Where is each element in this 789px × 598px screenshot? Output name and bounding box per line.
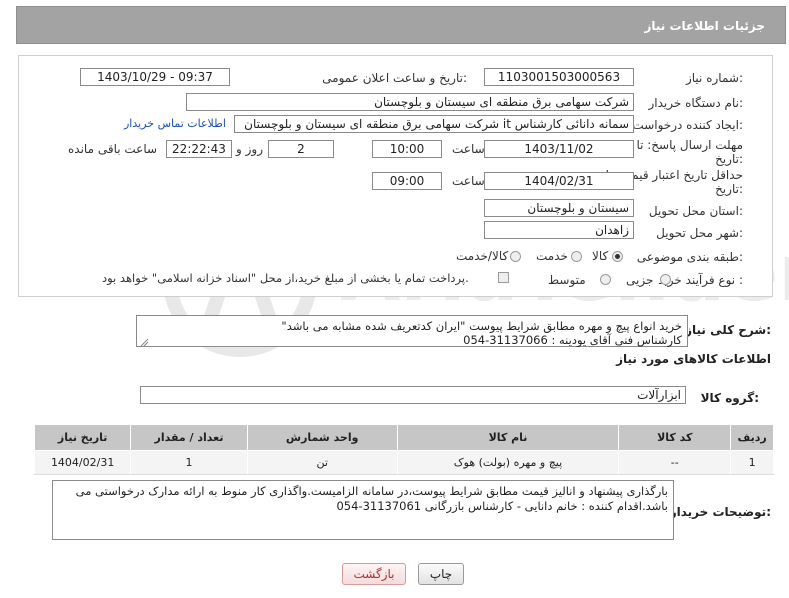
need-number-label: شماره نیاز: bbox=[685, 71, 743, 85]
description-line-2: کارشناس فنی آقای یودینه : 31137066-054 bbox=[463, 333, 682, 347]
process-minor-label: جزیی bbox=[626, 273, 654, 287]
goods-group-label: گروه کالا: bbox=[700, 391, 759, 405]
buyer-notes-line-1: بارگذاری پیشنهاد و انالیز قیمت مطابق شرا… bbox=[75, 484, 668, 498]
need-number-field: 1103001503000563 bbox=[484, 68, 634, 86]
buyer-notes-textarea[interactable]: بارگذاری پیشنهاد و انالیز قیمت مطابق شرا… bbox=[52, 480, 674, 540]
deadline-date-field: 1403/11/02 bbox=[484, 140, 634, 158]
remaining-time-field: 22:22:43 bbox=[166, 140, 232, 158]
cell-code: -- bbox=[618, 450, 732, 475]
validity-date-field: 1404/02/31 bbox=[484, 172, 634, 190]
city-label: شهر محل تحویل: bbox=[656, 226, 743, 240]
creator-label: ایجاد کننده درخواست: bbox=[632, 118, 743, 132]
goods-group-field: ابزارآلات bbox=[140, 386, 686, 404]
description-label: شرح کلی نیاز: bbox=[685, 323, 771, 337]
buyer-notes-label: توضیحات خریدار: bbox=[669, 505, 771, 519]
category-service-radio[interactable] bbox=[571, 251, 582, 262]
buyer-notes-line-2: باشد.اقدام کننده : خانم دانایی - کارشناس… bbox=[336, 499, 668, 513]
announce-date-label: تاریخ و ساعت اعلان عمومی: bbox=[322, 71, 467, 85]
items-table: ردیف کد کالا نام کالا واحد شمارش تعداد /… bbox=[33, 424, 774, 475]
cell-need-date: 1404/02/31 bbox=[33, 450, 132, 475]
print-button[interactable]: چاپ bbox=[418, 563, 464, 585]
page-title: جزئیات اطلاعات نیاز bbox=[644, 19, 765, 33]
description-textarea[interactable]: خرید انواع پیچ و مهره مطابق شرایط پیوست … bbox=[136, 315, 688, 347]
cell-unit: تن bbox=[246, 450, 398, 475]
buyer-contact-link[interactable]: اطلاعات تماس خریدار bbox=[124, 117, 226, 130]
description-line-1: خرید انواع پیچ و مهره مطابق شرایط پیوست … bbox=[281, 319, 682, 333]
remaining-label: ساعت باقی مانده bbox=[68, 142, 158, 156]
col-header-quantity: تعداد / مقدار bbox=[130, 424, 248, 451]
validity-time-label: ساعت bbox=[452, 174, 485, 188]
col-header-need-date: تاریخ نیاز bbox=[33, 424, 132, 451]
cell-row-number: 1 bbox=[730, 450, 774, 475]
remaining-days-field: 2 bbox=[268, 140, 334, 158]
validity-label-date: تاریخ: bbox=[715, 182, 743, 196]
process-medium-radio[interactable] bbox=[600, 274, 611, 285]
announce-date-field: 1403/10/29 - 09:37 bbox=[80, 68, 230, 86]
process-medium-label: متوسط bbox=[548, 273, 586, 287]
creator-field: سمانه دانائی کارشناس it شرکت سهامی برق م… bbox=[234, 115, 634, 133]
treasury-payment-note: پرداخت تمام یا بخشی از مبلغ خرید،از محل … bbox=[102, 271, 469, 285]
cell-quantity: 1 bbox=[130, 450, 248, 475]
province-field: سیستان و بلوچستان bbox=[484, 199, 634, 217]
category-service-label: خدمت bbox=[536, 249, 568, 263]
process-minor-radio[interactable] bbox=[660, 274, 671, 285]
deadline-label: مهلت ارسال پاسخ: تا bbox=[636, 138, 743, 152]
category-goods-radio[interactable] bbox=[612, 251, 623, 262]
col-header-name: نام کالا bbox=[396, 424, 620, 451]
treasury-payment-checkbox[interactable] bbox=[498, 272, 509, 283]
cell-name: پیچ و مهره (بولت) هوک bbox=[396, 450, 620, 475]
page-header: جزئیات اطلاعات نیاز bbox=[16, 6, 786, 44]
category-both-label: کالا/خدمت bbox=[456, 249, 509, 263]
col-header-unit: واحد شمارش bbox=[246, 424, 398, 451]
back-button[interactable]: بازگشت bbox=[342, 563, 406, 585]
category-goods-label: کالا bbox=[592, 249, 609, 263]
col-header-code: کد کالا bbox=[618, 424, 732, 451]
table-row: 1 -- پیچ و مهره (بولت) هوک تن 1 1404/02/… bbox=[33, 450, 774, 475]
buyer-org-label: نام دستگاه خریدار: bbox=[648, 96, 744, 110]
resize-handle-icon[interactable] bbox=[140, 338, 149, 347]
category-both-radio[interactable] bbox=[510, 251, 521, 262]
category-label: طبقه بندی موضوعی: bbox=[636, 250, 743, 264]
goods-section-title: اطلاعات کالاهای مورد نیاز bbox=[616, 352, 771, 366]
deadline-time-field: 10:00 bbox=[372, 140, 442, 158]
col-header-row-number: ردیف bbox=[730, 424, 774, 451]
city-field: زاهدان bbox=[484, 221, 634, 239]
deadline-label-date: تاریخ: bbox=[715, 152, 743, 166]
province-label: استان محل تحویل: bbox=[648, 204, 743, 218]
days-label: روز و bbox=[236, 142, 263, 156]
deadline-time-label: ساعت bbox=[452, 142, 485, 156]
validity-time-field: 09:00 bbox=[372, 172, 442, 190]
buyer-org-field: شرکت سهامی برق منطقه ای سیستان و بلوچستا… bbox=[186, 93, 634, 111]
table-header-row: ردیف کد کالا نام کالا واحد شمارش تعداد /… bbox=[33, 424, 774, 451]
